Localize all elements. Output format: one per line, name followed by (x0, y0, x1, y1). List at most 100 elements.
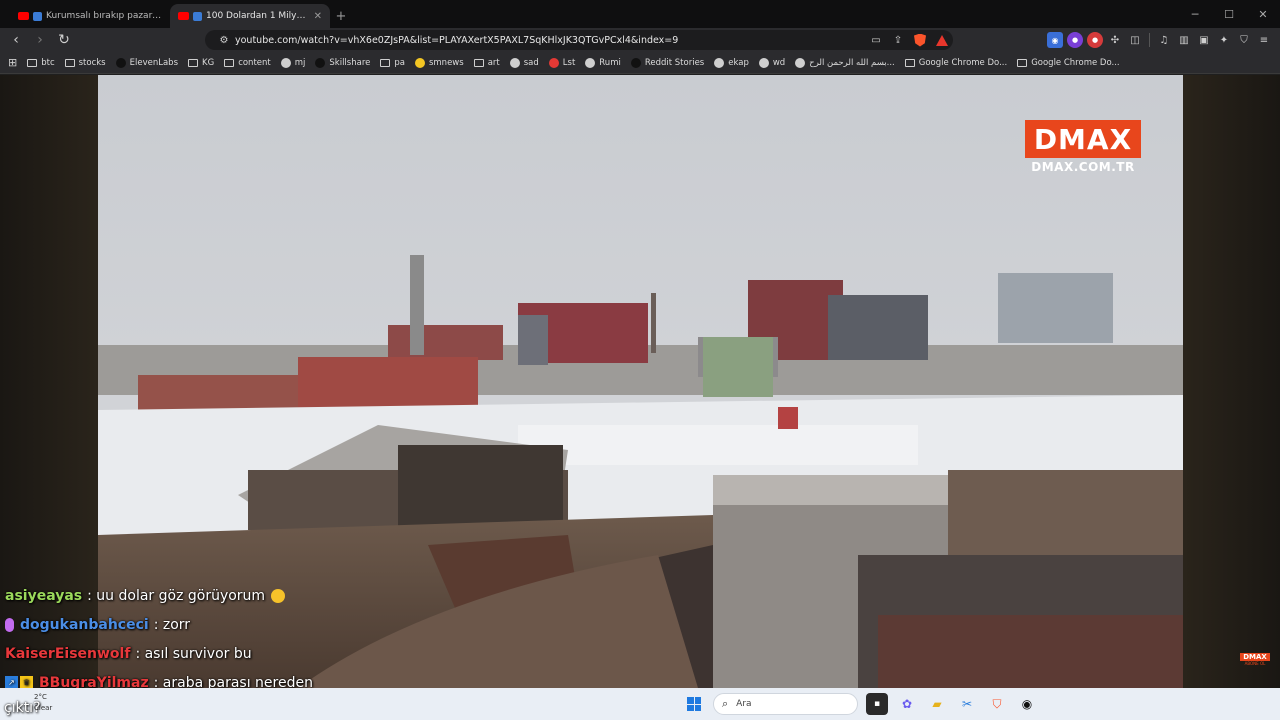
media-music-icon[interactable]: ♫ (1156, 32, 1172, 48)
bookmark-item[interactable]: Lst (548, 57, 575, 68)
bookmark-item[interactable]: smnews (414, 57, 464, 68)
chat-overflow-text: çıktı? (4, 700, 41, 716)
leo-ai-icon[interactable]: ✦ (1216, 32, 1232, 48)
bookmark-item[interactable]: mj (280, 57, 306, 68)
bookmark-item[interactable]: art (473, 57, 500, 68)
bookmark-label: stocks (78, 57, 106, 68)
site-favicon-icon (315, 57, 326, 68)
divider (1149, 33, 1150, 47)
bookmark-item[interactable]: stocks (64, 57, 106, 68)
chat-username[interactable]: dogukanbahceci (20, 617, 149, 633)
vpn-shield-icon[interactable]: ⛉ (1236, 32, 1252, 48)
folder-icon (224, 58, 235, 67)
folder-icon (473, 58, 484, 67)
file-explorer-icon[interactable]: ▰ (926, 693, 948, 715)
dmax-logo-url: DMAX.COM.TR (1031, 160, 1135, 174)
bookmark-item[interactable]: Skillshare (315, 57, 371, 68)
close-window-button[interactable]: ✕ (1246, 0, 1280, 28)
bookmark-item[interactable]: Google Chrome Do... (904, 57, 1008, 68)
dmax-corner-logo: DMAX (1240, 653, 1270, 661)
start-button[interactable] (683, 693, 705, 715)
bookmark-label: pa (394, 57, 405, 68)
site-favicon-icon (280, 57, 291, 68)
sidebar-toggle-icon[interactable]: ▥ (1176, 32, 1192, 48)
bookmark-label: btc (41, 57, 55, 68)
bookmark-label: art (487, 57, 500, 68)
bookmark-item[interactable]: content (224, 58, 271, 68)
brave-rewards-button[interactable] (931, 30, 953, 50)
minimize-button[interactable]: ─ (1178, 0, 1212, 28)
share-icon[interactable]: ⇪ (887, 30, 909, 50)
site-favicon-icon (585, 57, 596, 68)
folder-icon (27, 58, 38, 67)
bookmark-item[interactable]: btc (27, 57, 55, 68)
apps-button[interactable]: ⊞ (8, 56, 17, 69)
taskbar-search[interactable]: ⌕ Ara (713, 693, 858, 715)
address-bar[interactable]: ⚙ youtube.com/watch?v=vhX6e0ZJsPA&list=P… (205, 30, 953, 50)
reload-button[interactable]: ↻ (52, 28, 76, 52)
extensions-puzzle-icon[interactable]: ✣ (1107, 32, 1123, 48)
snipping-tool-icon[interactable]: ✂ (956, 693, 978, 715)
bookmark-label: Google Chrome Do... (918, 57, 1008, 68)
site-favicon-icon (795, 57, 806, 68)
new-tab-button[interactable]: + (330, 4, 352, 28)
bookmark-item[interactable]: بسم الله الرحمن الرح... (795, 57, 895, 68)
chat-message: KaiserEisenwolf: asıl survivor bu (5, 639, 505, 668)
copilot-icon[interactable]: ✿ (896, 693, 918, 715)
rewards-triangle-icon (936, 34, 948, 46)
task-view-icon[interactable]: ▪ (866, 693, 888, 715)
chat-username[interactable]: asiyeayas (5, 588, 82, 604)
video-side-blur-right (1183, 75, 1280, 688)
bookmark-item[interactable]: ElevenLabs (115, 57, 178, 68)
apps-grid-icon: ⊞ (8, 56, 18, 69)
back-button[interactable]: ‹ (4, 28, 28, 52)
bookmark-item[interactable]: sad (509, 57, 539, 68)
close-tab-icon[interactable]: ✕ (314, 11, 322, 22)
dmax-subscribe-badge[interactable]: DMAX ABONE OL (1240, 653, 1270, 666)
chat-message: dogukanbahceci: zorr (5, 610, 505, 639)
extension-purple-icon[interactable]: ● (1067, 32, 1083, 48)
bookmark-label: content (238, 57, 271, 68)
menu-icon[interactable]: ≡ (1256, 32, 1272, 48)
screenshot-icon[interactable]: ◫ (1127, 32, 1143, 48)
bookmark-item[interactable]: Rumi (585, 57, 621, 68)
chat-username[interactable]: KaiserEisenwolf (5, 646, 130, 662)
cast-icon[interactable]: ▭ (865, 30, 887, 50)
wallet-icon[interactable]: ▣ (1196, 32, 1212, 48)
search-placeholder: Ara (736, 699, 752, 709)
forward-button[interactable]: › (28, 28, 52, 52)
bookmark-item[interactable]: wd (758, 57, 785, 68)
tab-kurumsali[interactable]: Kurumsalı bırakıp pazarcı oldu: " (10, 4, 170, 28)
brave-browser-icon[interactable]: ⛉ (986, 693, 1008, 715)
bookmark-label: mj (294, 57, 306, 68)
folder-icon (1017, 58, 1028, 67)
site-favicon-icon (115, 57, 126, 68)
url-text[interactable]: youtube.com/watch?v=vhX6e0ZJsPA&list=PLA… (235, 35, 865, 46)
maximize-button[interactable]: ☐ (1212, 0, 1246, 28)
obs-studio-icon[interactable]: ◉ (1016, 693, 1038, 715)
chat-message: asiyeayas: uu dolar göz görüyorum (5, 581, 505, 610)
chevron-right-icon: › (37, 32, 43, 48)
site-favicon-icon (509, 57, 520, 68)
browser-window: Kurumsalı bırakıp pazarcı oldu: " 100 Do… (0, 0, 1280, 720)
bookmark-item[interactable]: ekap (714, 57, 749, 68)
window-controls: ─ ☐ ✕ (1178, 0, 1280, 28)
windows-logo-icon (687, 697, 701, 711)
extension-bot-icon[interactable]: ◉ (1047, 32, 1063, 48)
bookmark-item[interactable]: Google Chrome Do... (1017, 58, 1120, 68)
stream-chat-overlay: asiyeayas: uu dolar göz görüyorum dogukan… (5, 581, 505, 697)
bookmark-item[interactable]: Reddit Stories (630, 57, 704, 68)
site-settings-icon[interactable]: ⚙ (213, 30, 235, 50)
taskbar-icons: ⌕ Ara ▪ ✿ ▰ ✂ ⛉ ◉ (683, 692, 1038, 716)
extension-red-icon[interactable]: ● (1087, 32, 1103, 48)
brave-shield-icon (914, 33, 926, 47)
tab-title: 100 Dolardan 1 Milyon Dolar (206, 11, 310, 21)
folder-icon (904, 58, 915, 67)
bookmark-label: Skillshare (329, 57, 371, 68)
brave-shields-button[interactable] (909, 30, 931, 50)
bookmark-item[interactable]: KG (188, 58, 214, 68)
bookmark-item[interactable]: pa (380, 58, 405, 68)
chevron-left-icon: ‹ (13, 32, 19, 48)
tab-100-dolar[interactable]: 100 Dolardan 1 Milyon Dolar ✕ (170, 4, 330, 28)
folder-icon (380, 58, 391, 67)
